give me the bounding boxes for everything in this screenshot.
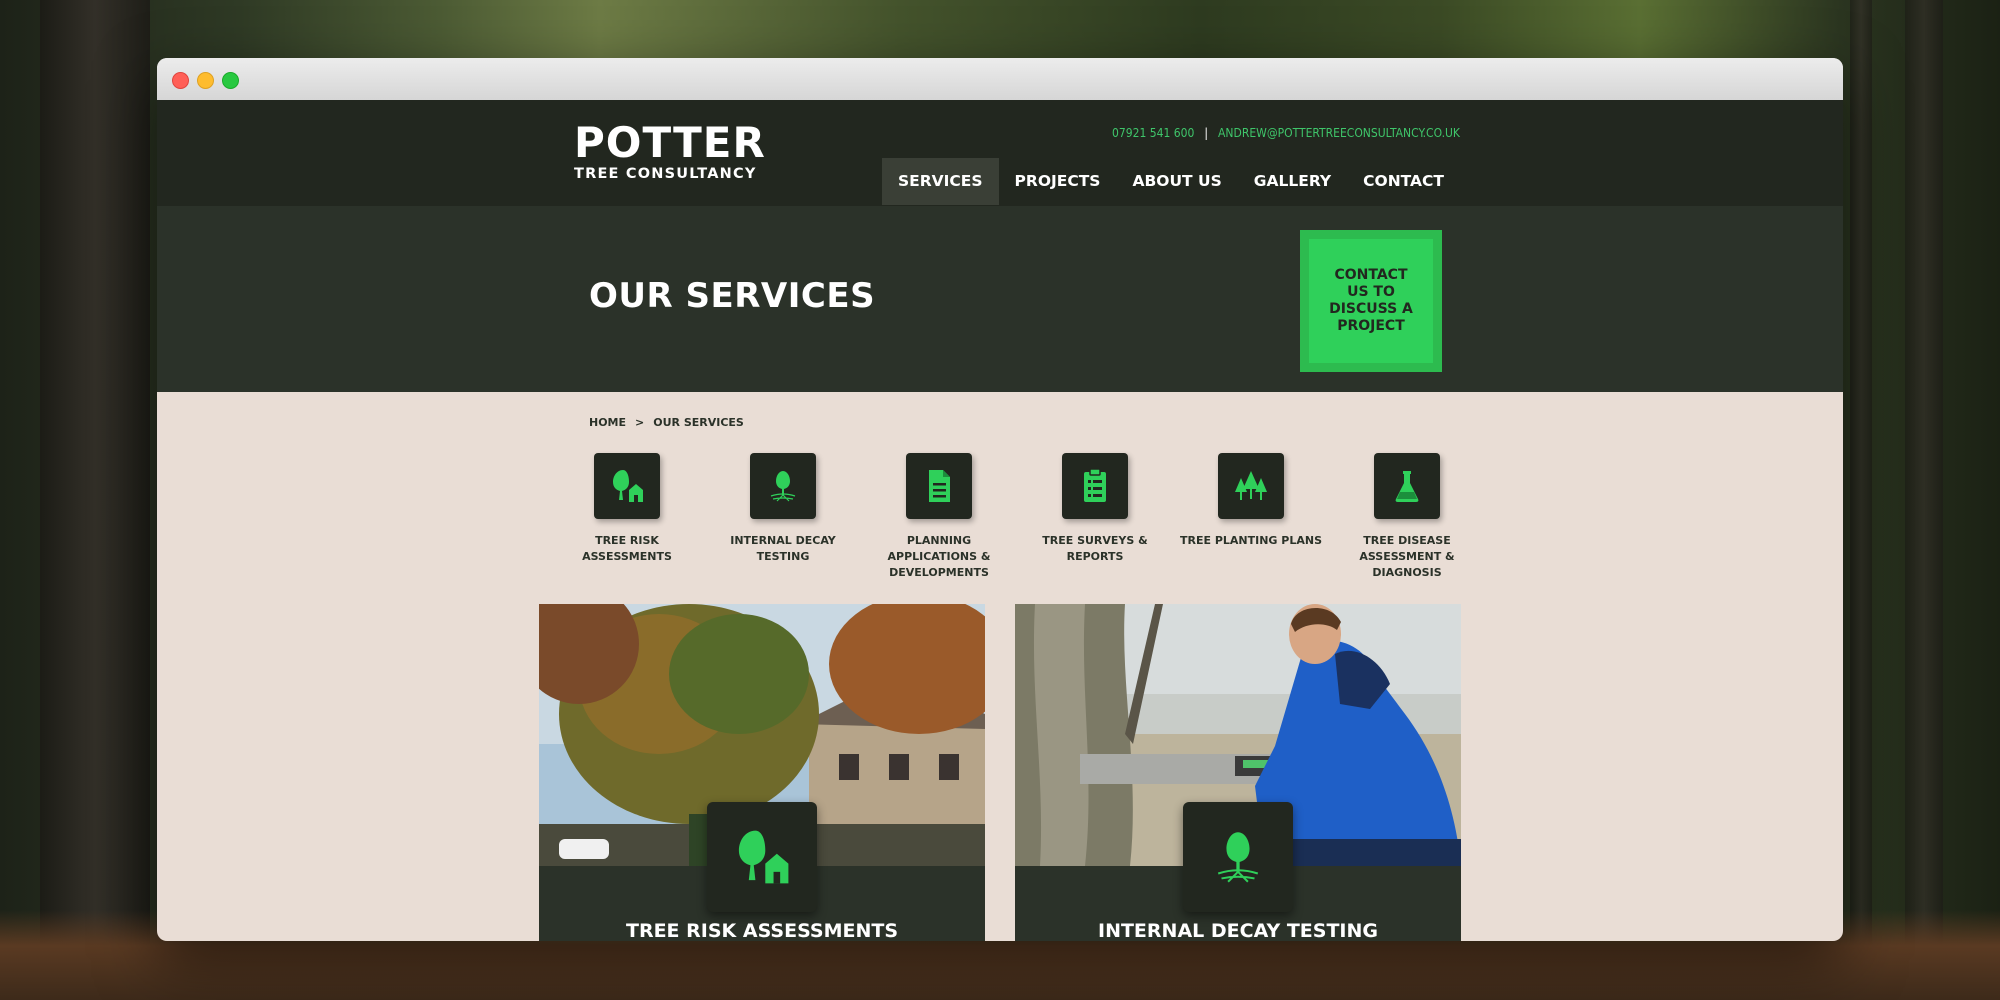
nav-item-projects[interactable]: PROJECTS	[999, 158, 1117, 205]
background-tree-trunk	[40, 0, 150, 1000]
services-icon-row: TREE RISK ASSESSMENTS INTERNAL DECAY TES…	[552, 453, 1482, 581]
nav-item-services[interactable]: SERVICES	[881, 158, 999, 205]
service-item-tree-disease-assessment[interactable]: TREE DISEASE ASSESSMENT & DIAGNOSIS	[1332, 453, 1482, 581]
email-link[interactable]: ANDREW@POTTERTREECONSULTANCY.CO.UK	[1218, 126, 1460, 140]
service-label: TREE DISEASE ASSESSMENT & DIAGNOSIS	[1359, 534, 1455, 579]
close-window-button[interactable]	[172, 72, 189, 89]
logo-sub-text: TREE CONSULTANCY	[574, 166, 757, 182]
window-titlebar	[157, 58, 1843, 101]
card-title: INTERNAL DECAY TESTING	[1098, 920, 1378, 941]
tree-house-icon	[707, 802, 817, 912]
contact-separator: |	[1204, 126, 1209, 140]
breadcrumb-home-link[interactable]: HOME	[589, 416, 626, 429]
minimize-window-button[interactable]	[197, 72, 214, 89]
service-label: INTERNAL DECAY TESTING	[730, 534, 836, 563]
main-nav: SERVICES PROJECTS ABOUT US GALLERY CONTA…	[881, 158, 1460, 205]
background-tree-trunk	[1905, 0, 1943, 1000]
contact-cta-button[interactable]: CONTACT US TO DISCUSS A PROJECT	[1300, 230, 1442, 372]
service-item-tree-planting-plans[interactable]: TREE PLANTING PLANS	[1176, 453, 1326, 581]
nav-item-about-us[interactable]: ABOUT US	[1116, 158, 1237, 205]
tree-house-icon	[594, 453, 660, 519]
service-card-tree-risk-assessments[interactable]: TREE RISK ASSESSMENTS	[539, 604, 985, 941]
nav-item-gallery[interactable]: GALLERY	[1238, 158, 1347, 205]
service-item-planning-applications[interactable]: PLANNING APPLICATIONS & DEVELOPMENTS	[864, 453, 1014, 581]
site-logo[interactable]: POTTER TREE CONSULTANCY	[574, 118, 766, 183]
service-item-internal-decay-testing[interactable]: INTERNAL DECAY TESTING	[708, 453, 858, 581]
tree-roots-icon	[1183, 802, 1293, 912]
service-label: PLANNING APPLICATIONS & DEVELOPMENTS	[887, 534, 991, 579]
service-card-internal-decay-testing[interactable]: INTERNAL DECAY TESTING	[1015, 604, 1461, 941]
tree-roots-icon	[750, 453, 816, 519]
breadcrumb-separator: >	[635, 416, 645, 429]
breadcrumb: HOME > OUR SERVICES	[589, 416, 744, 429]
clipboard-list-icon	[1062, 453, 1128, 519]
service-label: TREE RISK ASSESSMENTS	[582, 534, 672, 563]
breadcrumb-current: OUR SERVICES	[653, 416, 744, 429]
page-title: OUR SERVICES	[589, 276, 876, 316]
service-label: TREE SURVEYS & REPORTS	[1042, 534, 1148, 563]
service-label: TREE PLANTING PLANS	[1180, 534, 1322, 547]
hero-banner: OUR SERVICES CONTACT US TO DISCUSS A PRO…	[157, 206, 1843, 392]
contact-line: 07921 541 600 | ANDREW@POTTERTREECONSULTAN…	[1112, 126, 1460, 140]
background-tree-trunk	[1850, 0, 1872, 1000]
card-title: TREE RISK ASSESSMENTS	[625, 920, 899, 941]
maximize-window-button[interactable]	[222, 72, 239, 89]
phone-link[interactable]: 07921 541 600	[1112, 126, 1194, 140]
document-icon	[906, 453, 972, 519]
service-item-tree-surveys-reports[interactable]: TREE SURVEYS & REPORTS	[1020, 453, 1170, 581]
service-item-tree-risk-assessments[interactable]: TREE RISK ASSESSMENTS	[552, 453, 702, 581]
browser-window: POTTER TREE CONSULTANCY 07921 541 600 | AN…	[157, 58, 1843, 941]
trees-icon	[1218, 453, 1284, 519]
nav-item-contact[interactable]: CONTACT	[1347, 158, 1460, 205]
flask-icon	[1374, 453, 1440, 519]
site-header: POTTER TREE CONSULTANCY 07921 541 600 | AN…	[157, 100, 1843, 206]
logo-main-text: POTTER	[574, 118, 766, 167]
